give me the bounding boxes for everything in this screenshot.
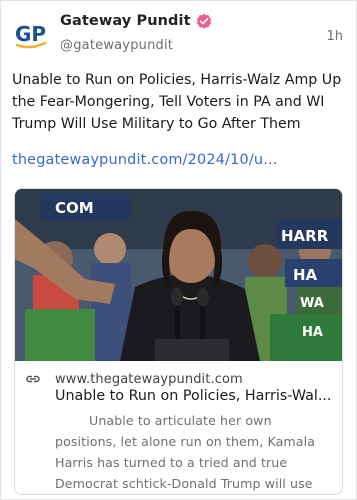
card-description: Unable to articulate her own positions, … [55,413,316,491]
post-link[interactable]: thegatewaypundit.com/2024/10/u... [12,152,278,168]
post-header: GP Gateway Pundit @gatewaypundit 1h [0,0,357,66]
sign-text-right-top: HARR [281,227,329,245]
post-body-text: Unable to Run on Policies, Harris-Walz A… [12,72,342,132]
author-name[interactable]: Gateway Pundit [60,13,191,29]
card-domain: www.thegatewaypundit.com [55,371,243,387]
post-timestamp[interactable]: 1h [326,29,343,44]
card-image[interactable]: COM HARR HA WA HA [15,189,342,361]
verified-badge-icon [196,13,211,29]
avatar[interactable]: GP [12,14,52,54]
sign-text-right-mid: HA [293,266,318,284]
sign-text-left: COM [55,199,94,217]
card-domain-row: www.thegatewaypundit.com [25,371,243,387]
sign-text-right-bottom: HA [302,325,323,340]
sign-text-right-low: WA [300,296,324,311]
avatar-logo-text: GP [15,22,46,46]
card-title[interactable]: Unable to Run on Policies, Harris-Wal... [55,388,337,404]
link-icon [26,375,40,383]
author-handle[interactable]: @gatewaypundit [60,38,173,53]
author-name-row[interactable]: Gateway Pundit [60,13,212,29]
link-preview-card[interactable]: COM HARR HA WA HA www.thegatewaypundit.c… [14,188,343,495]
